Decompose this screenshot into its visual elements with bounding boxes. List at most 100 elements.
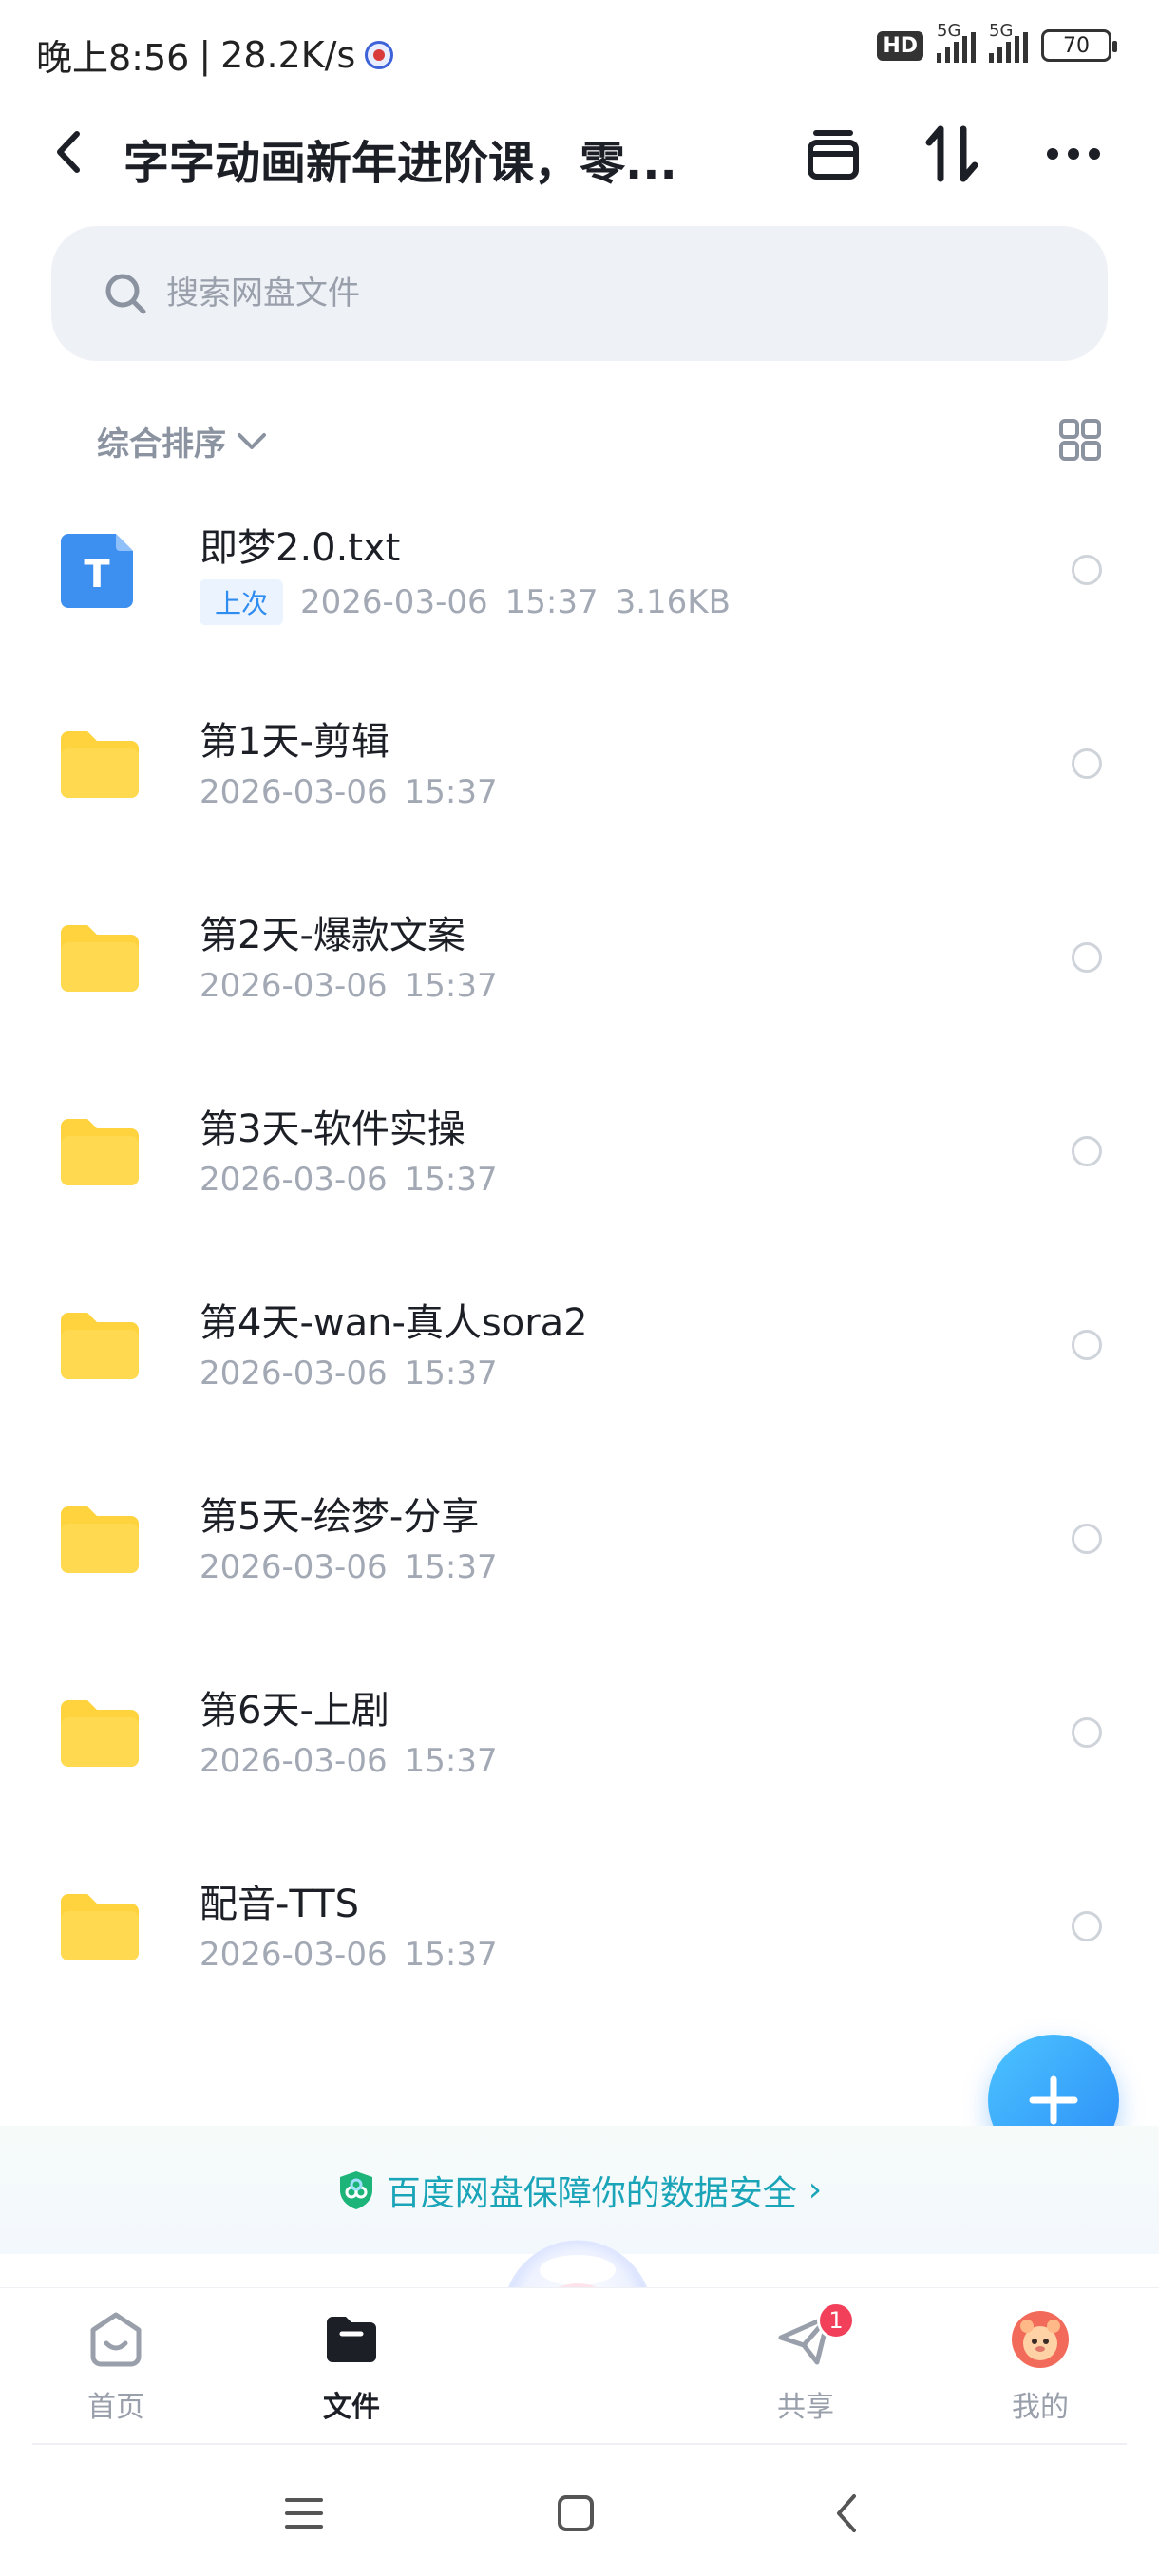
recents-button[interactable] [276, 2485, 332, 2542]
file-date: 2026-03-06 [200, 1354, 388, 1392]
file-date: 2026-03-06 [300, 583, 488, 621]
search-input[interactable] [166, 275, 926, 313]
file-name: 配音-TTS [200, 1883, 359, 1926]
select-checkbox[interactable] [1072, 1911, 1102, 1941]
share-badge: 1 [817, 2301, 855, 2339]
archive-icon [808, 130, 859, 180]
security-text: 百度网盘保障你的数据安全 [386, 2173, 797, 2213]
select-checkbox[interactable] [1072, 942, 1102, 973]
status-time: 晚上8:56 [36, 37, 190, 79]
file-name: 第3天-软件实操 [200, 1108, 466, 1151]
back-system-button[interactable] [819, 2485, 876, 2542]
file-meta: 上次 2026-03-06 15:37 3.16KB [200, 579, 731, 625]
status-bar: 晚上8:56 | 28.2K/s HD 5G 5G 70 [0, 0, 1159, 104]
file-time: 15:37 [504, 583, 598, 621]
nav-files-label: 文件 [323, 2391, 380, 2424]
sort-button[interactable] [922, 123, 982, 184]
battery-icon: 70 [1041, 29, 1117, 62]
file-date: 2026-03-06 [200, 1742, 388, 1780]
file-meta: 2026-03-06 15:37 [200, 1742, 498, 1780]
home-icon [90, 2312, 142, 2367]
folder-icon [61, 925, 139, 992]
list-item[interactable]: 第6天-上剧 2026-03-06 15:37 [0, 1636, 1159, 1829]
select-checkbox[interactable] [1072, 1524, 1102, 1554]
nav-share[interactable]: 1 共享 [739, 2298, 872, 2431]
file-name: 第6天-上剧 [200, 1689, 390, 1733]
square-icon [558, 2495, 594, 2531]
battery-level: 70 [1063, 33, 1090, 58]
notification-app-icon [365, 40, 394, 69]
back-icon [837, 2494, 856, 2532]
status-net-speed: 28.2K/s [220, 33, 356, 76]
list-item[interactable]: 第3天-软件实操 2026-03-06 15:37 [0, 1054, 1159, 1248]
nav-files[interactable]: 文件 [285, 2298, 418, 2431]
file-meta: 2026-03-06 15:37 [200, 1354, 498, 1392]
file-date: 2026-03-06 [200, 1936, 388, 1974]
file-meta: 2026-03-06 15:37 [200, 967, 498, 1005]
signal-strength-icon-2: 5G [989, 21, 1028, 63]
file-time: 15:37 [404, 1354, 498, 1392]
file-date: 2026-03-06 [200, 1161, 388, 1199]
plus-icon [1029, 2075, 1078, 2125]
file-size: 3.16KB [615, 583, 731, 621]
text-file-icon: T [61, 534, 133, 608]
select-checkbox[interactable] [1072, 555, 1102, 585]
file-date: 2026-03-06 [200, 773, 388, 811]
menu-icon [285, 2498, 323, 2529]
signal-label-2: 5G [989, 21, 1014, 41]
file-time: 15:37 [404, 1936, 498, 1974]
folder-icon [61, 1313, 139, 1379]
sort-arrows-icon [925, 125, 978, 182]
select-checkbox[interactable] [1072, 748, 1102, 779]
archive-button[interactable] [803, 123, 864, 184]
sort-label: 综合排序 [97, 426, 226, 464]
file-time: 15:37 [404, 1161, 498, 1199]
search-bar[interactable] [51, 226, 1108, 361]
sort-dropdown[interactable]: 综合排序 [97, 418, 268, 464]
file-time: 15:37 [404, 1548, 498, 1586]
text-file-letter: T [84, 553, 110, 597]
file-name: 第1天-剪辑 [200, 720, 390, 764]
file-date: 2026-03-06 [200, 1548, 388, 1586]
back-button[interactable] [48, 125, 89, 179]
grid-view-icon[interactable] [1058, 418, 1102, 462]
select-checkbox[interactable] [1072, 1330, 1102, 1360]
header: 字字动画新年进阶课，零... [0, 104, 1159, 199]
select-checkbox[interactable] [1072, 1717, 1102, 1748]
file-meta: 2026-03-06 15:37 [200, 1161, 498, 1199]
nav-me[interactable]: 我的 [974, 2298, 1107, 2431]
signal-label: 5G [937, 21, 961, 41]
nav-me-label: 我的 [1012, 2391, 1069, 2424]
file-name: 第2天-爆款文案 [200, 914, 466, 957]
list-item[interactable]: 第4天-wan-真人sora2 2026-03-06 15:37 [0, 1248, 1159, 1442]
more-button[interactable] [1043, 123, 1104, 184]
file-time: 15:37 [404, 773, 498, 811]
file-name: 第4天-wan-真人sora2 [200, 1301, 588, 1345]
sort-row: 综合排序 [0, 408, 1159, 469]
status-left: 晚上8:56 | 28.2K/s [36, 28, 394, 81]
list-item[interactable]: 第1天-剪辑 2026-03-06 15:37 [0, 667, 1159, 861]
status-separator: | [199, 33, 212, 76]
home-system-button[interactable] [547, 2485, 604, 2542]
folder-icon [61, 731, 139, 798]
search-icon [105, 274, 146, 314]
folder-nav-icon [327, 2317, 376, 2362]
divider [32, 2443, 1127, 2445]
list-item[interactable]: T 即梦2.0.txt 上次 2026-03-06 15:37 3.16KB [0, 473, 1159, 667]
folder-icon [61, 1700, 139, 1767]
nav-share-label: 共享 [777, 2391, 834, 2424]
back-arrow-icon [57, 131, 80, 173]
file-time: 15:37 [404, 1742, 498, 1780]
bottom-nav: 首页 文件 1 共享 我的 [0, 2287, 1159, 2439]
list-item[interactable]: 配音-TTS 2026-03-06 15:37 [0, 1829, 1159, 2023]
status-right: HD 5G 5G 70 [877, 21, 1117, 63]
select-checkbox[interactable] [1072, 1136, 1102, 1166]
folder-icon [61, 1506, 139, 1573]
system-nav-bar [0, 2447, 1159, 2576]
folder-icon [61, 1119, 139, 1185]
nav-home[interactable]: 首页 [49, 2298, 182, 2431]
list-item[interactable]: 第5天-绘梦-分享 2026-03-06 15:37 [0, 1442, 1159, 1636]
list-item[interactable]: 第2天-爆款文案 2026-03-06 15:37 [0, 861, 1159, 1054]
file-time: 15:37 [404, 967, 498, 1005]
page-title: 字字动画新年进阶课，零... [124, 137, 677, 190]
